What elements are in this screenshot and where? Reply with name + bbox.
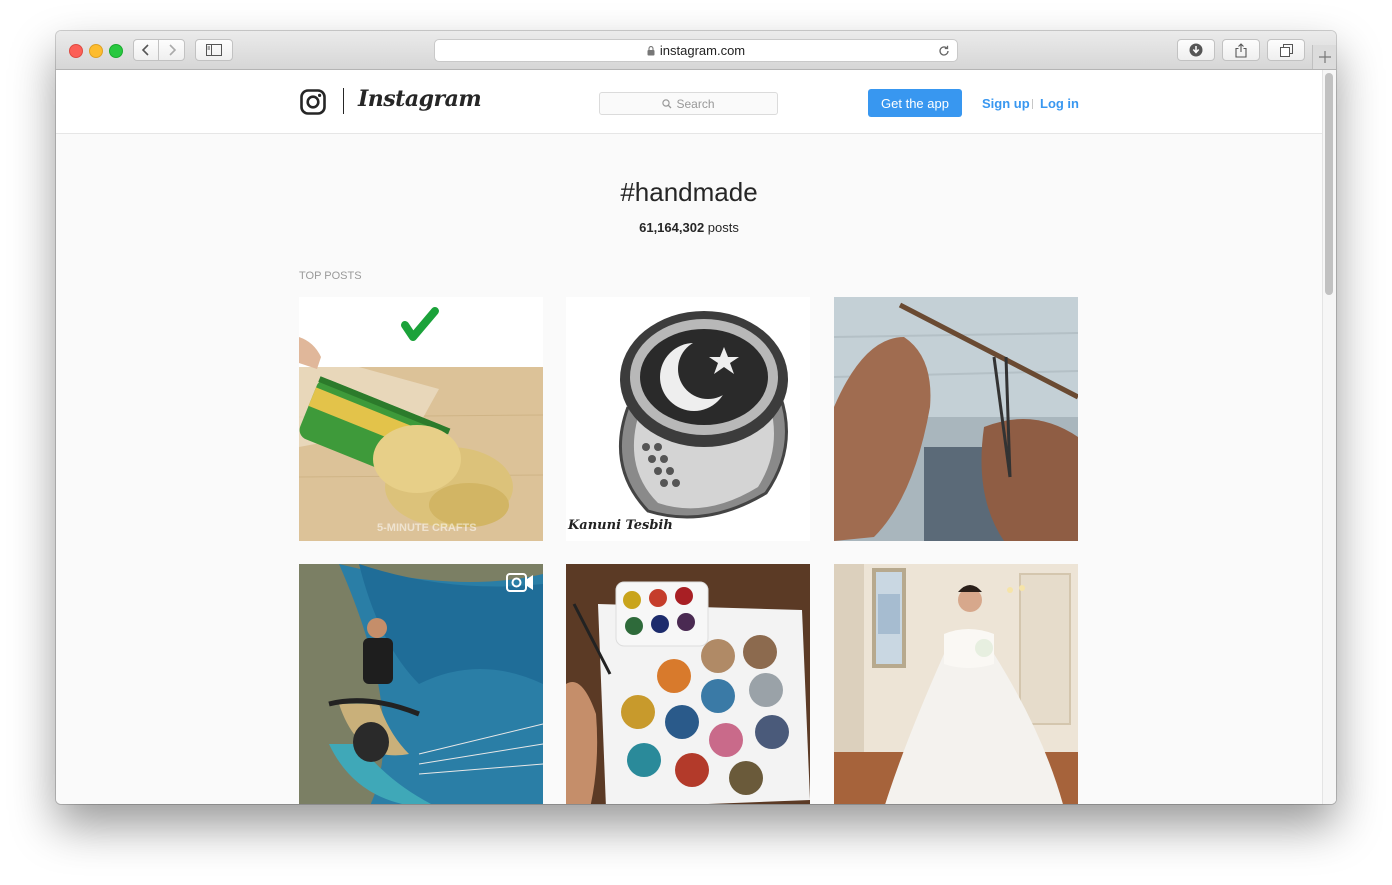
post-caption: Kanuni Tesbih [567, 518, 673, 533]
hashtag-title: #handmade [620, 177, 758, 207]
chevron-right-icon [168, 44, 176, 56]
share-icon [1235, 42, 1247, 58]
sidebar-icon [206, 44, 222, 56]
post-image-ring: Kanuni Tesbih [566, 297, 810, 541]
instagram-header: Instagram Search Get the app Sign up Log… [56, 70, 1322, 134]
post-image-bride [834, 564, 1078, 804]
post-thumbnail-6[interactable] [834, 564, 1078, 804]
link-separator [1032, 99, 1033, 109]
share-button[interactable] [1222, 39, 1260, 61]
browser-toolbar: instagram.com [56, 31, 1336, 70]
close-window-button[interactable] [69, 44, 83, 58]
logo-divider [343, 88, 344, 114]
back-button[interactable] [133, 39, 159, 61]
login-link[interactable]: Log in [1040, 96, 1079, 111]
video-camera-icon [506, 573, 533, 592]
forward-button[interactable] [158, 39, 185, 61]
instagram-camera-icon[interactable] [300, 89, 326, 115]
video-camera-icon [506, 306, 533, 325]
minimize-window-button[interactable] [89, 44, 103, 58]
post-watermark: 5-MINUTE CRAFTS [377, 522, 477, 534]
post-image-hands [834, 297, 1078, 541]
post-count: 61,164,302 posts [56, 220, 1322, 235]
browser-window: instagram.com Instagram Search Get the a… [56, 31, 1336, 804]
tabs-overview-button[interactable] [1267, 39, 1305, 61]
get-the-app-button[interactable]: Get the app [868, 89, 962, 117]
scrollbar-thumb[interactable] [1325, 73, 1333, 295]
post-count-suffix: posts [704, 220, 739, 235]
sidebar-toggle-button[interactable] [195, 39, 233, 61]
page-viewport: Instagram Search Get the app Sign up Log… [56, 70, 1336, 804]
lock-icon [647, 45, 655, 55]
post-count-number: 61,164,302 [639, 220, 705, 235]
post-thumbnail-1[interactable]: 5-MINUTE CRAFTS [299, 297, 543, 541]
reload-icon[interactable] [938, 45, 950, 57]
plus-icon [1319, 51, 1331, 63]
instagram-wordmark[interactable]: Instagram [358, 86, 482, 112]
address-bar[interactable]: instagram.com [434, 39, 958, 62]
search-placeholder: Search [676, 96, 715, 111]
post-thumbnail-5[interactable] [566, 564, 810, 804]
new-tab-button[interactable] [1312, 45, 1336, 69]
search-input[interactable]: Search [599, 92, 778, 115]
signup-link[interactable]: Sign up [982, 96, 1030, 111]
top-posts-label: TOP POSTS [299, 270, 362, 282]
post-thumbnail-3[interactable] [834, 297, 1078, 541]
post-image-paraglider [299, 564, 543, 804]
post-image-watercolor [566, 564, 810, 804]
post-thumbnail-2[interactable]: Kanuni Tesbih [566, 297, 810, 541]
tabs-icon [1279, 43, 1293, 57]
post-thumbnail-4[interactable] [299, 564, 543, 804]
zoom-window-button[interactable] [109, 44, 123, 58]
downloads-button[interactable] [1177, 39, 1215, 61]
url-text: instagram.com [659, 43, 746, 58]
post-image-chips: 5-MINUTE CRAFTS [299, 297, 543, 541]
chevron-left-icon [141, 44, 149, 56]
search-icon [662, 98, 672, 108]
download-icon [1189, 43, 1203, 57]
